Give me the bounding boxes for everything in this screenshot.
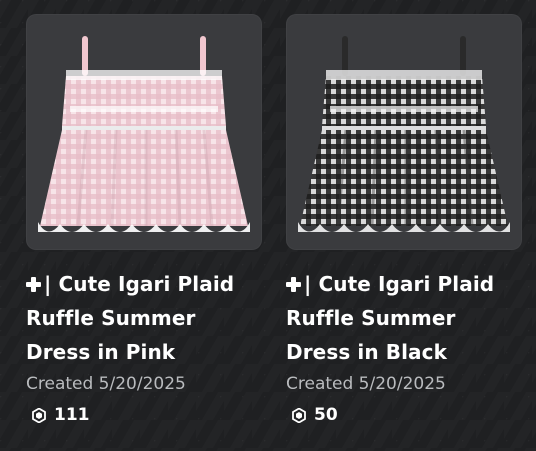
item-card[interactable]: | Cute Igari Plaid Ruffle Summer Dress i… xyxy=(286,14,522,426)
item-card[interactable]: | Cute Igari Plaid Ruffle Summer Dress i… xyxy=(26,14,262,426)
item-title[interactable]: | Cute Igari Plaid Ruffle Summer Dress i… xyxy=(286,267,522,369)
item-price: 111 xyxy=(26,404,262,426)
plus-icon xyxy=(286,277,301,292)
robux-icon xyxy=(32,407,46,423)
item-title-text: | Cute Igari Plaid Ruffle Summer Dress i… xyxy=(26,272,235,364)
dress-image-black xyxy=(298,36,510,232)
item-created-date: Created 5/20/2025 xyxy=(26,374,186,394)
item-price: 50 xyxy=(286,404,522,426)
item-title-text: | Cute Igari Plaid Ruffle Summer Dress i… xyxy=(286,272,495,364)
plus-icon xyxy=(26,277,41,292)
dress-image-pink xyxy=(38,36,250,232)
price-value: 50 xyxy=(314,405,338,425)
item-thumbnail[interactable] xyxy=(26,14,262,250)
robux-icon xyxy=(292,407,306,423)
item-thumbnail[interactable] xyxy=(286,14,522,250)
price-value: 111 xyxy=(54,405,90,425)
item-created-date: Created 5/20/2025 xyxy=(286,374,446,394)
item-title[interactable]: | Cute Igari Plaid Ruffle Summer Dress i… xyxy=(26,267,262,369)
